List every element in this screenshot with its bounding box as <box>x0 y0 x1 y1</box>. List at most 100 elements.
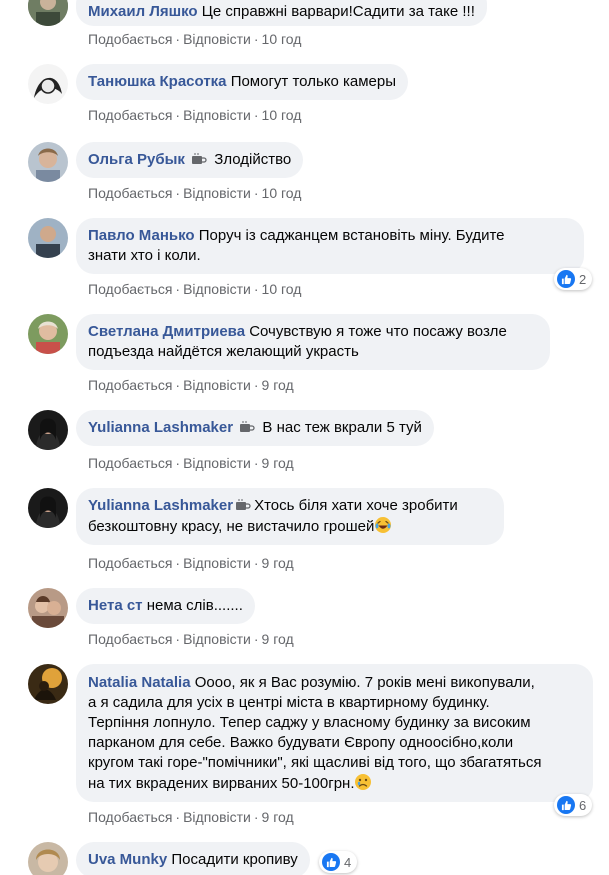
comment-time[interactable]: 10 год <box>262 281 302 297</box>
separator: · <box>175 631 181 647</box>
like-button[interactable]: Подобається <box>88 107 172 123</box>
separator: · <box>175 809 181 825</box>
comment-author[interactable]: Михаил Ляшко <box>88 3 198 20</box>
comment-text: Посадити кропиву <box>171 851 298 868</box>
like-button[interactable]: Подобається <box>88 809 172 825</box>
comment-time[interactable]: 10 год <box>262 31 302 47</box>
reaction-count-number: 2 <box>579 271 587 287</box>
comment-actions: Подобається · Відповісти · 9 год <box>88 454 294 472</box>
reply-button[interactable]: Відповісти <box>183 281 251 297</box>
comment-text-line: Терпіння лопнуло. Тепер саджу у власному… <box>88 714 531 731</box>
comment-author[interactable]: Uva Munky <box>88 851 167 868</box>
comment-time[interactable]: 10 год <box>262 107 302 123</box>
like-button[interactable]: Подобається <box>88 555 172 571</box>
avatar[interactable] <box>28 488 68 528</box>
comment-time[interactable]: 9 год <box>262 555 294 571</box>
comment-author[interactable]: Yulianna Lashmaker <box>88 419 233 436</box>
comment-author[interactable]: Нета ст <box>88 597 143 614</box>
comment-text-line: безкоштовну красу, не вистачило грошей <box>88 518 375 535</box>
comment-text: нема слів....... <box>146 597 243 614</box>
separator: · <box>175 281 181 297</box>
coffee-icon <box>192 153 207 164</box>
comment-text-line: Поруч із саджанцем встановіть міну. Буди… <box>198 227 505 244</box>
separator: · <box>253 107 259 123</box>
comment-text-line: Хтось біля хати хоче зробити <box>254 497 458 514</box>
separator: · <box>175 31 181 47</box>
separator: · <box>253 455 259 471</box>
avatar[interactable] <box>28 218 68 258</box>
separator: · <box>253 185 259 201</box>
comment-actions: Подобається · Відповісти · 9 год <box>88 554 294 572</box>
comment-actions: Подобається · Відповісти · 10 год <box>88 184 301 202</box>
comment-bubble: Светлана Дмитриева Сочувствую я тоже что… <box>76 314 550 370</box>
avatar[interactable] <box>28 588 68 628</box>
coffee-icon <box>236 499 251 510</box>
comment-actions: Подобається · Відповісти · 9 год <box>88 376 294 394</box>
comment-author[interactable]: Natalia Natalia <box>88 674 191 691</box>
reaction-count[interactable]: 2 <box>554 268 593 290</box>
comment-bubble: Uva Munky Посадити кропиву <box>76 842 310 875</box>
comment-bubble: Yulianna Lashmaker Хтось біля хати хоче з… <box>76 488 504 545</box>
separator: · <box>253 377 259 393</box>
like-button[interactable]: Подобається <box>88 185 172 201</box>
comment-bubble: Михаил Ляшко Це справжні варвари!Садити … <box>76 0 487 26</box>
like-reaction-icon <box>322 853 340 871</box>
comment-bubble: Танюшка Красотка Помогут только камеры <box>76 64 409 100</box>
reply-button[interactable]: Відповісти <box>183 631 251 647</box>
comment-bubble: Yulianna Lashmaker В нас теж вкрали 5 ту… <box>76 410 434 446</box>
avatar[interactable] <box>28 142 68 182</box>
avatar[interactable] <box>28 842 68 875</box>
comment-author[interactable]: Павло Манько <box>88 227 195 244</box>
avatar[interactable] <box>28 0 68 26</box>
like-reaction-icon <box>557 270 575 288</box>
comment-author[interactable]: Светлана Дмитриева <box>88 323 245 340</box>
like-reaction-icon <box>557 796 575 814</box>
like-button[interactable]: Подобається <box>88 455 172 471</box>
separator: · <box>253 809 259 825</box>
comment-text: Помогут только камеры <box>230 73 397 90</box>
laughing-tears-emoji <box>375 517 392 533</box>
avatar[interactable] <box>28 64 68 104</box>
comment-bubble: Ольга Рубык Злодійство <box>76 142 304 178</box>
separator: · <box>175 377 181 393</box>
reply-button[interactable]: Відповісти <box>183 377 251 393</box>
separator: · <box>175 455 181 471</box>
like-button[interactable]: Подобається <box>88 31 172 47</box>
coffee-icon <box>240 421 255 432</box>
comment-author[interactable]: Yulianna Lashmaker <box>88 497 233 514</box>
reaction-count[interactable]: 4 <box>319 851 358 873</box>
reply-button[interactable]: Відповісти <box>183 555 251 571</box>
like-button[interactable]: Подобається <box>88 377 172 393</box>
comment-actions: Подобається · Відповісти · 9 год <box>88 630 294 648</box>
comment-bubble: Нета ст нема слів....... <box>76 588 255 624</box>
comment-time[interactable]: 9 год <box>262 377 294 393</box>
comment-text-line: парканом для себе. Важко будувати Європу… <box>88 734 514 751</box>
comment-actions: Подобається · Відповісти · 10 год <box>88 30 301 48</box>
separator: · <box>175 185 181 201</box>
comment-text-line: Сочувствую я тоже что посажу возле <box>249 323 507 340</box>
reply-button[interactable]: Відповісти <box>183 455 251 471</box>
reply-button[interactable]: Відповісти <box>183 107 251 123</box>
comment-author[interactable]: Ольга Рубык <box>88 151 185 168</box>
like-button[interactable]: Подобається <box>88 631 172 647</box>
reaction-count-number: 4 <box>344 854 352 870</box>
reply-button[interactable]: Відповісти <box>183 31 251 47</box>
comment-bubble: Павло Манько Поруч із саджанцем встанові… <box>76 218 584 274</box>
reaction-count-number: 6 <box>579 797 587 813</box>
comment-text: В нас теж вкрали 5 туй <box>262 419 422 436</box>
avatar[interactable] <box>28 410 68 450</box>
comment-time[interactable]: 10 год <box>262 185 302 201</box>
comment-time[interactable]: 9 год <box>262 809 294 825</box>
comment-time[interactable]: 9 год <box>262 631 294 647</box>
comment-actions: Подобається · Відповісти · 9 год <box>88 808 294 826</box>
like-button[interactable]: Подобається <box>88 281 172 297</box>
reply-button[interactable]: Відповісти <box>183 185 251 201</box>
reaction-count[interactable]: 6 <box>554 794 593 816</box>
reply-button[interactable]: Відповісти <box>183 809 251 825</box>
comment-text-line: а я садила для усіх в центрі міста в ква… <box>88 694 490 711</box>
separator: · <box>253 31 259 47</box>
avatar[interactable] <box>28 664 68 704</box>
avatar[interactable] <box>28 314 68 354</box>
comment-time[interactable]: 9 год <box>262 455 294 471</box>
comment-author[interactable]: Танюшка Красотка <box>88 73 227 90</box>
